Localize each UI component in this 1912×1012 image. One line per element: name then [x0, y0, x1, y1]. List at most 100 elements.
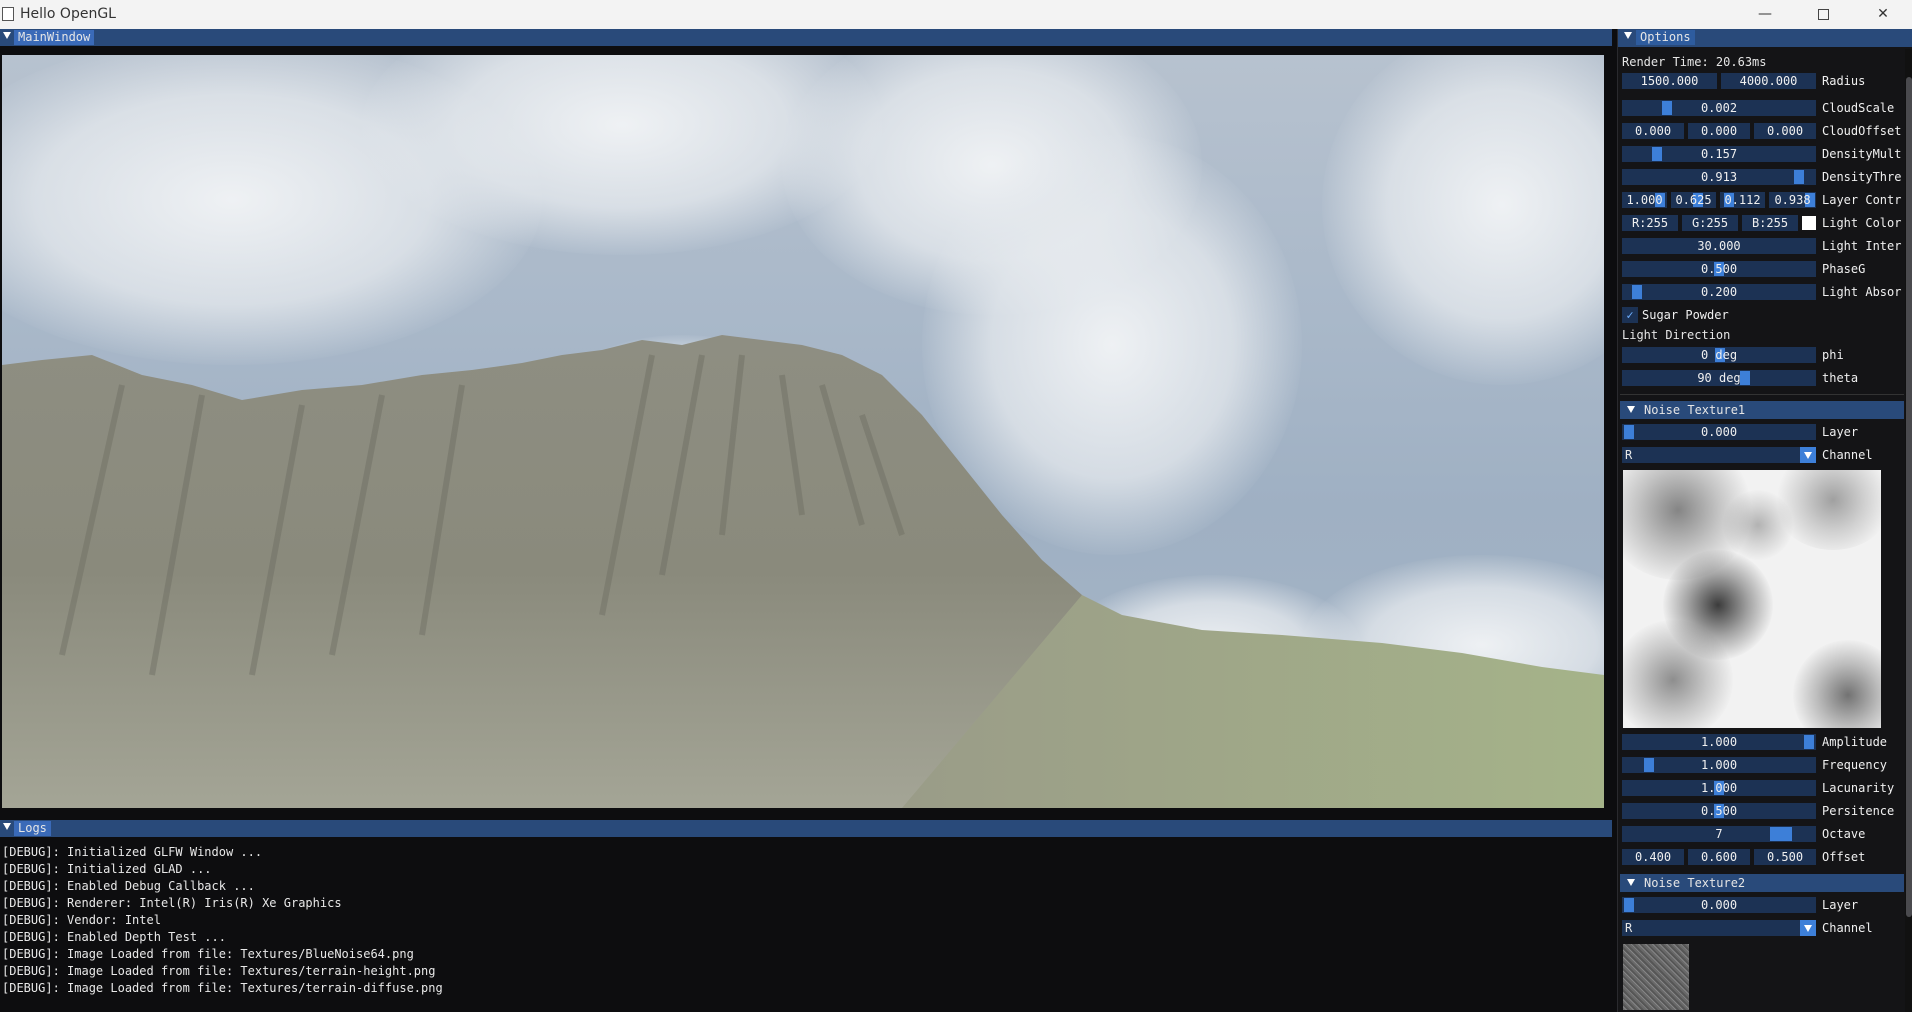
- layer-contrib-1[interactable]: 0.625: [1671, 192, 1716, 208]
- radius-label: Radius: [1822, 74, 1866, 88]
- noise2-layer-label: Layer: [1822, 898, 1859, 912]
- light-absorb-slider[interactable]: 0.200: [1622, 284, 1816, 300]
- logs-tab[interactable]: Logs: [14, 821, 51, 836]
- noise2-layer-slider[interactable]: 0.000: [1622, 897, 1816, 913]
- chevron-down-icon[interactable]: [1800, 920, 1816, 936]
- layer-contrib-3[interactable]: 0.938: [1769, 192, 1816, 208]
- octave-slider[interactable]: 7: [1622, 826, 1816, 842]
- slider-grab[interactable]: [1804, 735, 1814, 749]
- radius-min-field[interactable]: 1500.000: [1622, 73, 1717, 89]
- persistence-slider[interactable]: 0.500: [1622, 803, 1816, 819]
- density-thresh-slider[interactable]: 0.913: [1622, 169, 1816, 185]
- slider-grab[interactable]: [1644, 758, 1654, 772]
- logs-header[interactable]: Logs: [0, 820, 1612, 837]
- minimize-button[interactable]: —: [1736, 0, 1794, 29]
- cloud-scale-label: CloudScale: [1822, 101, 1895, 115]
- slider-grab[interactable]: [1740, 371, 1750, 385]
- persistence-label: Persitence: [1822, 804, 1895, 818]
- noise1-channel-select[interactable]: R: [1622, 447, 1816, 463]
- amplitude-label: Amplitude: [1822, 735, 1888, 749]
- log-line: [DEBUG]: Image Loaded from file: Texture…: [2, 964, 436, 978]
- collapse-arrow-icon[interactable]: [1627, 879, 1635, 886]
- options-tab[interactable]: Options: [1636, 30, 1695, 45]
- noise1-layer-label: Layer: [1822, 425, 1859, 439]
- slider-grab[interactable]: [1624, 898, 1634, 912]
- cloud-offset-x[interactable]: 0.000: [1622, 123, 1684, 139]
- scrollbar-thumb[interactable]: [1906, 77, 1912, 917]
- logs-panel: [DEBUG]: Initialized GLFW Window ... [DE…: [0, 838, 1612, 1012]
- density-mult-label: DensityMult: [1822, 147, 1902, 161]
- window-title: Hello OpenGL: [20, 6, 116, 22]
- noise2-channel-label: Channel: [1822, 921, 1873, 935]
- collapse-arrow-icon[interactable]: [3, 32, 11, 39]
- log-line: [DEBUG]: Initialized GLFW Window ...: [2, 845, 263, 859]
- log-line: [DEBUG]: Enabled Debug Callback ...: [2, 879, 255, 893]
- amplitude-slider[interactable]: 1.000: [1622, 734, 1816, 750]
- main-window-header[interactable]: MainWindow: [0, 29, 1612, 46]
- noise1-layer-slider[interactable]: 0.000: [1622, 424, 1816, 440]
- cloud-offset-y[interactable]: 0.000: [1688, 123, 1750, 139]
- layer-contrib-2[interactable]: 0.112: [1720, 192, 1765, 208]
- maximize-button[interactable]: [1794, 0, 1852, 29]
- options-panel: Options Render Time: 20.63ms 1500.000 40…: [1617, 29, 1912, 1012]
- render-viewport[interactable]: [2, 55, 1604, 808]
- light-intensity-label: Light Inter: [1822, 239, 1902, 253]
- light-direction-label: Light Direction: [1622, 328, 1731, 342]
- log-line: [DEBUG]: Renderer: Intel(R) Iris(R) Xe G…: [2, 896, 342, 910]
- slider-grab[interactable]: [1794, 170, 1804, 184]
- light-color-b[interactable]: B:255: [1742, 215, 1798, 231]
- light-absorb-label: Light Absor: [1822, 285, 1902, 299]
- noise1-offset-z[interactable]: 0.500: [1754, 849, 1816, 865]
- chevron-down-icon[interactable]: [1800, 447, 1816, 463]
- options-header[interactable]: Options: [1618, 29, 1912, 47]
- radius-max-field[interactable]: 4000.000: [1721, 73, 1816, 89]
- light-intensity-field[interactable]: 30.000: [1622, 238, 1816, 254]
- options-scrollbar[interactable]: [1905, 49, 1912, 1012]
- phase-g-slider[interactable]: 0.500: [1622, 261, 1816, 277]
- main-window-tab[interactable]: MainWindow: [14, 30, 95, 45]
- noise1-offset-y[interactable]: 0.600: [1688, 849, 1750, 865]
- light-color-r[interactable]: R:255: [1622, 215, 1678, 231]
- light-color-g[interactable]: G:255: [1682, 215, 1738, 231]
- log-line: [DEBUG]: Image Loaded from file: Texture…: [2, 981, 443, 995]
- light-color-label: Light Color: [1822, 216, 1902, 230]
- density-thresh-label: DensityThre: [1822, 170, 1902, 184]
- phi-slider[interactable]: 0 deg: [1622, 347, 1816, 363]
- noise-texture2-header[interactable]: Noise Texture2: [1620, 874, 1904, 892]
- slider-grab[interactable]: [1770, 827, 1792, 841]
- noise1-preview-image: [1623, 470, 1881, 728]
- collapse-arrow-icon[interactable]: [1627, 406, 1635, 413]
- layer-contrib-0[interactable]: 1.000: [1622, 192, 1667, 208]
- noise1-offset-label: Offset: [1822, 850, 1866, 864]
- log-line: [DEBUG]: Enabled Depth Test ...: [2, 930, 226, 944]
- collapse-arrow-icon[interactable]: [1624, 32, 1632, 39]
- layer-contrib-label: Layer Contr: [1822, 193, 1902, 207]
- lacunarity-label: Lacunarity: [1822, 781, 1895, 795]
- log-line: [DEBUG]: Initialized GLAD ...: [2, 862, 212, 876]
- cloud-scale-slider[interactable]: 0.002: [1622, 100, 1816, 116]
- log-line: [DEBUG]: Image Loaded from file: Texture…: [2, 947, 414, 961]
- lacunarity-slider[interactable]: 1.000: [1622, 780, 1816, 796]
- frequency-slider[interactable]: 1.000: [1622, 757, 1816, 773]
- collapse-arrow-icon[interactable]: [3, 823, 11, 830]
- noise1-offset-x[interactable]: 0.400: [1622, 849, 1684, 865]
- light-color-swatch[interactable]: [1802, 216, 1816, 230]
- noise2-channel-select[interactable]: R: [1622, 920, 1816, 936]
- noise-texture1-header[interactable]: Noise Texture1: [1620, 401, 1904, 419]
- phi-label: phi: [1822, 348, 1844, 362]
- phase-g-label: PhaseG: [1822, 262, 1866, 276]
- sugar-powder-checkbox[interactable]: ✓: [1622, 307, 1638, 323]
- theta-slider[interactable]: 90 deg: [1622, 370, 1816, 386]
- slider-grab[interactable]: [1632, 285, 1642, 299]
- theta-label: theta: [1822, 371, 1859, 385]
- sugar-powder-label: Sugar Powder: [1642, 308, 1729, 322]
- render-time: Render Time: 20.63ms: [1622, 55, 1767, 69]
- slider-grab[interactable]: [1652, 147, 1662, 161]
- close-button[interactable]: ✕: [1854, 0, 1912, 29]
- cloud-offset-z[interactable]: 0.000: [1754, 123, 1816, 139]
- slider-grab[interactable]: [1624, 425, 1634, 439]
- density-mult-slider[interactable]: 0.157: [1622, 146, 1816, 162]
- window-titlebar: Hello OpenGL — ✕: [0, 0, 1912, 29]
- noise1-channel-label: Channel: [1822, 448, 1873, 462]
- slider-grab[interactable]: [1662, 101, 1672, 115]
